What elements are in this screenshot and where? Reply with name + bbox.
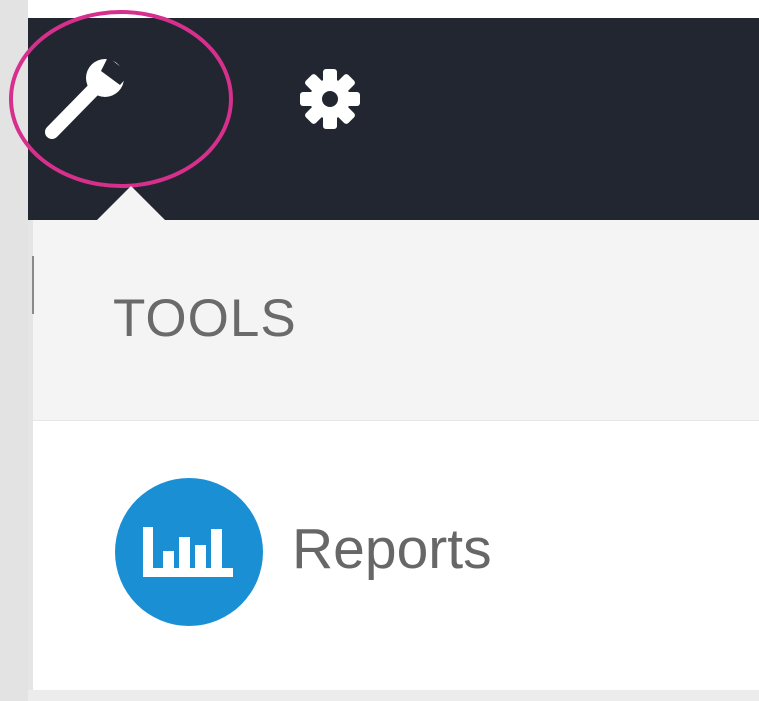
bottom-edge [28,690,759,701]
tools-dropdown: TOOLS Reports [32,220,759,690]
dropdown-caret [95,186,167,222]
menu-item-reports[interactable]: Reports [33,421,759,690]
top-gap [28,0,759,18]
dropdown-header: TOOLS [33,220,759,420]
wrench-icon[interactable] [42,50,132,146]
tools-heading: TOOLS [113,289,297,348]
panel-edge-line [32,256,34,314]
gear-icon[interactable] [295,64,365,134]
reports-label: Reports [292,517,492,581]
left-panel-edge [0,0,28,701]
bar-chart-icon [114,477,264,627]
